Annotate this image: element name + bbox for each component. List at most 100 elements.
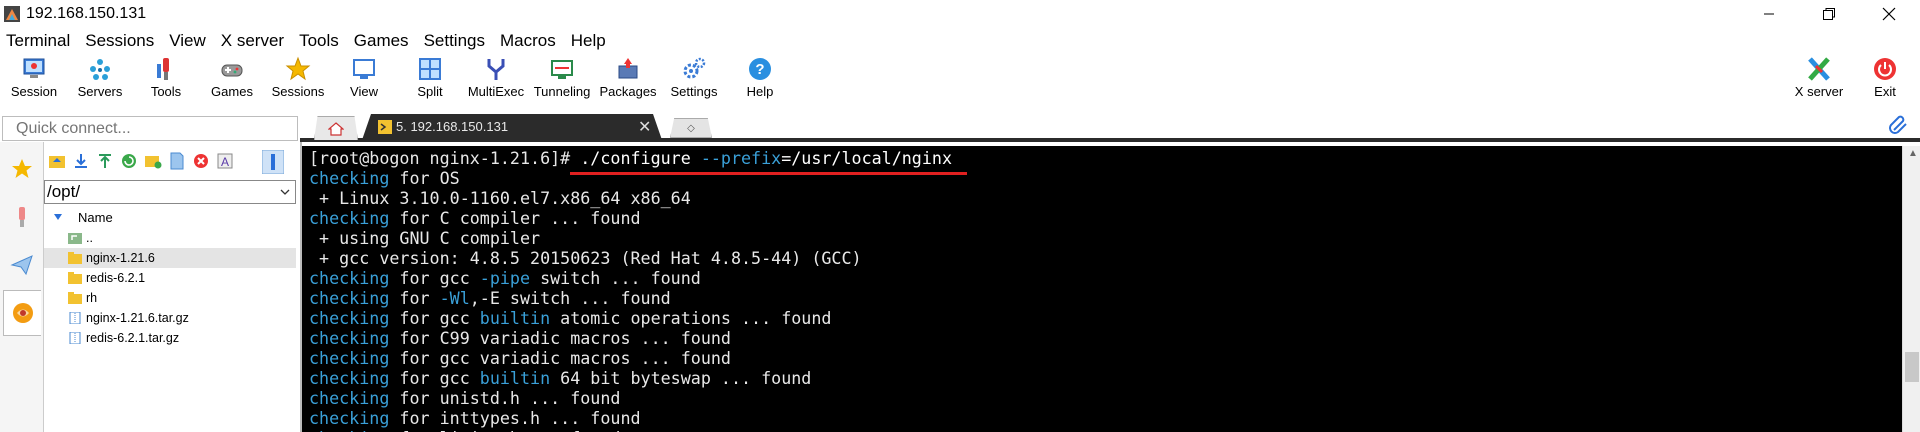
toolbar-help-button[interactable]: ? Help <box>727 56 793 106</box>
menu-games[interactable]: Games <box>348 28 418 52</box>
close-window-button[interactable] <box>1866 0 1912 28</box>
parent-folder-icon[interactable] <box>48 152 66 170</box>
svg-text:?: ? <box>755 61 764 78</box>
rename-icon[interactable]: A <box>216 152 234 170</box>
toolbar-exit-button[interactable]: Exit <box>1852 56 1918 106</box>
terminal-text: for <box>389 288 440 308</box>
toolbar-split-button[interactable]: Split <box>397 56 463 106</box>
folder-icon <box>68 292 82 304</box>
file-toolbar: A <box>44 150 300 174</box>
terminal-output[interactable]: [root@bogon nginx-1.21.6]# ./configure -… <box>302 146 1902 432</box>
tools-icon <box>157 58 169 80</box>
folder-icon <box>68 272 82 284</box>
paperclip-icon[interactable] <box>1888 114 1910 136</box>
servers-icon <box>90 59 110 80</box>
menu-help[interactable]: Help <box>565 28 615 52</box>
session-tab[interactable]: 5. 192.168.150.131 ✕ <box>362 114 662 140</box>
minimize-button[interactable] <box>1746 0 1792 28</box>
terminal-text: for gcc <box>389 368 480 388</box>
scroll-up-icon[interactable]: ▲ <box>1908 148 1918 159</box>
scroll-thumb[interactable] <box>1905 352 1919 382</box>
terminal-line: checking for C compiler ... found <box>309 208 1902 228</box>
menu-x-server[interactable]: X server <box>215 28 293 52</box>
toolbar-label: Settings <box>670 84 718 99</box>
refresh-icon[interactable] <box>120 152 138 170</box>
sidebar-tab-sessions[interactable] <box>3 146 41 192</box>
terminal-line: [root@bogon nginx-1.21.6]# ./configure -… <box>309 148 1902 168</box>
toolbar-xserver-button[interactable]: X server <box>1786 56 1852 106</box>
toolbar-multiexec-button[interactable]: MultiExec <box>463 56 529 106</box>
restore-button[interactable] <box>1806 0 1852 28</box>
new-folder-icon[interactable] <box>144 152 162 170</box>
toolbar-tunneling-button[interactable]: Tunneling <box>529 56 595 106</box>
annotation-underline <box>570 172 967 175</box>
file-name: rh <box>86 291 98 305</box>
terminal-line: checking for gcc variadic macros ... fou… <box>309 348 1902 368</box>
download-icon[interactable] <box>72 152 90 170</box>
new-tab-icon: ◇ <box>687 122 695 134</box>
toolbar-sessions-button[interactable]: Sessions <box>265 56 331 106</box>
tunneling-icon <box>551 60 573 79</box>
sidebar-tab-tools[interactable] <box>3 194 41 240</box>
window-title: 192.168.150.131 <box>26 5 147 22</box>
toolbar-label: X server <box>1794 84 1844 99</box>
toolbar-servers-button[interactable]: Servers <box>67 56 133 106</box>
new-file-icon[interactable] <box>168 152 186 170</box>
terminal-text: + gcc version: 4.8.5 20150623 (Red Hat 4… <box>309 248 862 268</box>
terminal-line: checking for inttypes.h ... found <box>309 408 1902 428</box>
upload-icon[interactable] <box>96 152 114 170</box>
menu-sessions[interactable]: Sessions <box>79 28 163 52</box>
terminal-text: [root@bogon nginx-1.21.6]# <box>309 148 581 168</box>
new-tab-button[interactable]: ◇ <box>670 118 712 138</box>
sidebar-tab-sftp[interactable] <box>3 290 41 336</box>
terminal-line: checking for gcc builtin 64 bit byteswap… <box>309 368 1902 388</box>
title-bar: 192.168.150.131 <box>0 0 1920 28</box>
path-dropdown[interactable]: /opt/ <box>44 180 296 204</box>
parent-directory-icon <box>68 233 82 244</box>
menu-view[interactable]: View <box>163 28 215 52</box>
toolbar-settings-button[interactable]: Settings <box>661 56 727 106</box>
file-row[interactable]: redis-6.2.1.tar.gz <box>44 328 296 348</box>
toolbar-tools-button[interactable]: Tools <box>133 56 199 106</box>
file-row[interactable]: nginx-1.21.6 <box>44 248 296 268</box>
follow-terminal-icon[interactable] <box>262 150 284 174</box>
terminal-line: checking for OS <box>309 168 1902 188</box>
terminal-text: switch ... found <box>530 268 701 288</box>
file-row[interactable]: .. <box>44 228 296 248</box>
archive-file-icon <box>69 312 81 324</box>
toolbar-games-button[interactable]: Games <box>199 56 265 106</box>
toolbar-view-button[interactable]: View <box>331 56 397 106</box>
file-row[interactable]: rh <box>44 288 296 308</box>
toolbar-packages-button[interactable]: Packages <box>595 56 661 106</box>
menu-tools[interactable]: Tools <box>293 28 348 52</box>
file-list-header[interactable]: Name <box>44 208 296 228</box>
file-row[interactable]: nginx-1.21.6.tar.gz <box>44 308 296 328</box>
menu-settings[interactable]: Settings <box>418 28 494 52</box>
split-icon <box>419 58 441 80</box>
menu-bar: Terminal Sessions View X server Tools Ga… <box>0 28 1920 52</box>
terminal-text: ./configure <box>580 148 701 168</box>
terminal-line: + Linux 3.10.0-1160.el7.x86_64 x86_64 <box>309 188 1902 208</box>
toolbar-session-button[interactable]: Session <box>1 56 67 106</box>
help-icon: ? <box>749 58 771 80</box>
sidebar-tab-macros[interactable] <box>3 242 41 288</box>
delete-icon[interactable] <box>192 152 210 170</box>
chevron-down-icon <box>280 189 290 195</box>
file-row[interactable]: redis-6.2.1 <box>44 268 296 288</box>
quick-connect-input[interactable] <box>3 117 297 140</box>
terminal-scrollbar[interactable]: ▲ <box>1902 146 1920 432</box>
gear-icon <box>683 57 706 79</box>
terminal-text: checking <box>309 408 390 428</box>
terminal-text: ,-E switch ... found <box>469 288 671 308</box>
session-tab-label: 5. 192.168.150.131 <box>396 119 509 134</box>
svg-text:A: A <box>221 155 229 169</box>
menu-macros[interactable]: Macros <box>494 28 565 52</box>
close-tab-icon[interactable]: ✕ <box>638 117 651 137</box>
terminal-line: checking for gcc -pipe switch ... found <box>309 268 1902 288</box>
session-tab-strip: 5. 192.168.150.131 ✕ ◇ <box>300 110 1920 142</box>
xserver-icon <box>1808 57 1830 81</box>
menu-terminal[interactable]: Terminal <box>0 28 79 52</box>
file-name: redis-6.2.1 <box>86 271 146 285</box>
home-tab[interactable] <box>314 116 358 140</box>
multiexec-icon <box>487 59 505 80</box>
